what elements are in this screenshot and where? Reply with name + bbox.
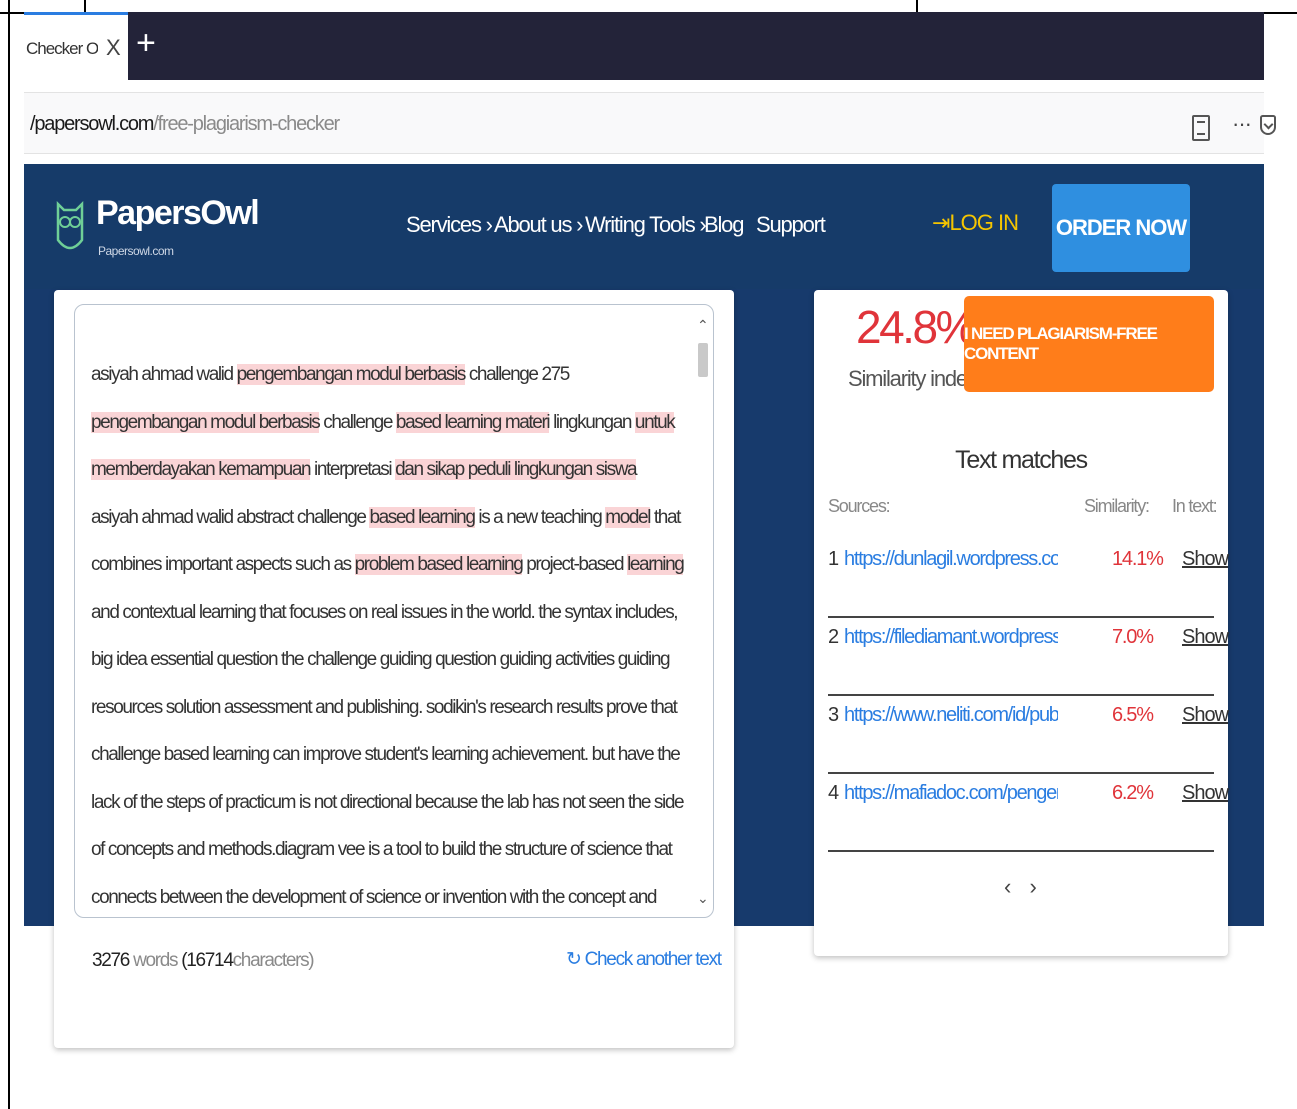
owl-logo-icon[interactable] <box>54 190 86 260</box>
text-segment: asiyah ahmad walid <box>91 364 237 385</box>
match-similarity: 14.1% <box>1112 548 1164 570</box>
nav-services[interactable]: Services › <box>406 212 493 238</box>
show-match-button[interactable]: Show <box>1182 548 1229 571</box>
refresh-icon: ↻ <box>566 949 582 970</box>
col-similarity: Similarity: <box>1084 496 1150 516</box>
browser-toolbar: /papersowl.com/free-plagiarism-checker ·… <box>24 80 1276 165</box>
text-segment: lingkungan <box>549 411 635 433</box>
col-sources: Sources: <box>828 496 891 516</box>
matches-pager: ‹ › <box>1004 874 1043 900</box>
match-row: 4 https://mafiadoc.com/pengemba... 6.2% … <box>828 772 1229 852</box>
login-link[interactable]: ⇥LOG IN <box>932 210 1019 236</box>
text-segment: challenge 275 <box>464 364 571 385</box>
matched-text-highlight: based learning <box>369 506 476 528</box>
scroll-up-icon[interactable]: ⌃ <box>697 317 709 334</box>
matched-text-highlight: based learning materi <box>395 411 551 433</box>
source-link[interactable]: https://mafiadoc.com/pengemba... <box>844 782 1058 805</box>
checked-text-area[interactable]: asiyah ahmad walid pengembangan modul be… <box>74 304 714 918</box>
new-tab-icon[interactable]: + <box>136 26 156 60</box>
text-segment: is a new teaching <box>474 506 606 528</box>
logo-text[interactable]: PapersOwl <box>96 194 260 233</box>
logo-subtitle: Papersowl.com <box>98 244 174 258</box>
matched-text-highlight: problem based learning <box>354 554 524 575</box>
similarity-percent: 24.8% <box>856 301 976 353</box>
results-card: 24.8% Similarity index I NEED PLAGIARISM… <box>814 290 1229 956</box>
match-row: 2 https://filediamant.wordpress.co... 7.… <box>828 616 1229 696</box>
source-link[interactable]: https://dunlagil.wordpress.com/2... <box>844 548 1058 571</box>
text-segment: interpretasi <box>310 459 396 480</box>
text-segment: and contextual learning that focuses on … <box>91 601 685 908</box>
tab-title: Checker Onlin <box>26 39 98 58</box>
plagiarism-free-content-button[interactable]: I NEED PLAGIARISM-FREE CONTENT <box>964 296 1214 392</box>
browser-tab[interactable]: Checker Onlin X <box>24 12 128 80</box>
nav-writing-tools[interactable]: Writing Tools › <box>585 212 707 238</box>
reader-view-icon[interactable] <box>1192 115 1210 141</box>
source-link[interactable]: https://filediamant.wordpress.co... <box>844 626 1058 649</box>
login-arrow-icon: ⇥ <box>932 210 950 235</box>
scroll-thumb[interactable] <box>698 343 708 377</box>
address-bar[interactable]: /papersowl.com/free-plagiarism-checker ·… <box>24 92 1276 154</box>
match-row: 1 https://dunlagil.wordpress.com/2... 14… <box>828 538 1229 618</box>
nav-about-us[interactable]: About us › <box>494 212 583 238</box>
show-match-button[interactable]: Show <box>1182 704 1229 727</box>
frame-divider-a <box>84 0 86 12</box>
match-similarity: 6.2% <box>1112 782 1154 804</box>
prev-page-icon[interactable]: ‹ <box>1004 874 1017 899</box>
text-segment: asiyah ahmad walid abstract challenge <box>91 506 370 528</box>
frame-divider-b <box>916 0 918 12</box>
text-segment: project-based <box>522 554 628 575</box>
similarity-label: Similarity index <box>848 366 978 391</box>
browser-tab-bar: Checker Onlin X + <box>24 12 1264 80</box>
text-segment: challenge <box>319 411 396 433</box>
text-scrollbar[interactable]: ⌃ ⌄ <box>697 313 709 909</box>
word-count: 3276 words (16714characters) <box>92 950 315 971</box>
show-match-button[interactable]: Show <box>1182 626 1229 649</box>
matched-text-highlight: dan sikap peduli lingkungan siswa <box>395 459 638 480</box>
pocket-icon[interactable] <box>1260 115 1276 135</box>
match-similarity: 6.5% <box>1112 704 1154 726</box>
site-header: PapersOwl Papersowl.com Services › About… <box>24 164 1264 289</box>
col-in-text: In text: <box>1172 496 1218 516</box>
show-match-button[interactable]: Show <box>1182 782 1229 805</box>
matched-text-highlight: model <box>605 506 651 528</box>
checked-text-content: asiyah ahmad walid pengembangan modul be… <box>91 351 686 917</box>
nav-blog[interactable]: Blog <box>704 212 744 238</box>
tab-close-icon[interactable]: X <box>106 35 121 61</box>
login-label: LOG IN <box>949 210 1019 235</box>
frame-left-line <box>8 0 10 1109</box>
next-page-icon[interactable]: › <box>1029 874 1042 899</box>
text-matches-title: Text matches <box>955 446 1088 474</box>
check-another-text-link[interactable]: ↻ Check another text <box>566 948 722 971</box>
source-link[interactable]: https://www.neliti.com/id/publica... <box>844 704 1058 727</box>
matched-text-highlight: learning <box>627 554 685 575</box>
page-actions-more-icon[interactable]: ··· <box>1232 111 1252 137</box>
nav-support[interactable]: Support <box>756 212 826 238</box>
order-now-button[interactable]: ORDER NOW <box>1052 184 1190 272</box>
url-text: /papersowl.com/free-plagiarism-checker <box>30 113 340 135</box>
match-row: 3 https://www.neliti.com/id/publica... 6… <box>828 694 1229 774</box>
matched-text-highlight: pengembangan modul berbasis <box>91 411 321 433</box>
match-similarity: 7.0% <box>1112 626 1154 648</box>
checked-text-card: asiyah ahmad walid pengembangan modul be… <box>54 290 734 1048</box>
matched-text-highlight: pengembangan modul berbasis <box>236 364 466 385</box>
scroll-down-icon[interactable]: ⌄ <box>697 890 709 907</box>
